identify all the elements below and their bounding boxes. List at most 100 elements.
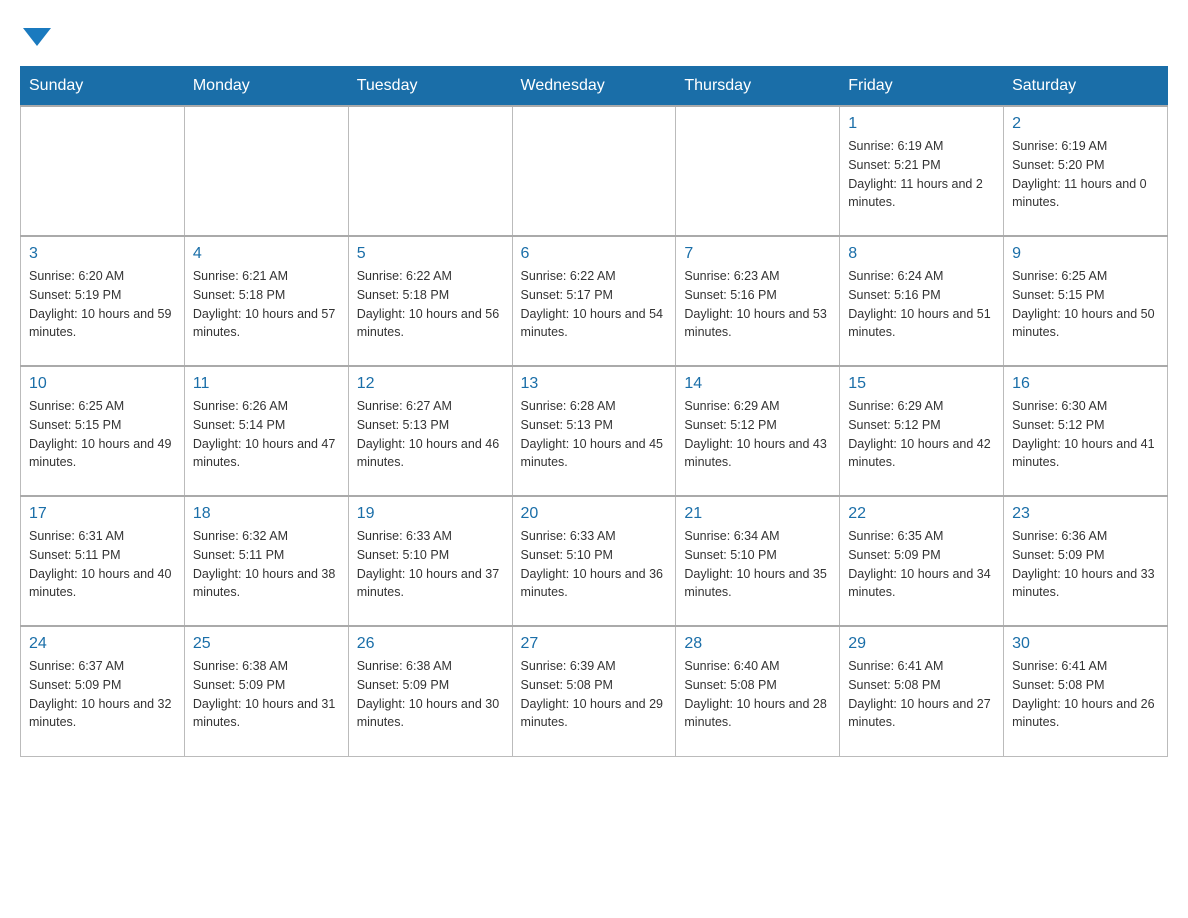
day-number: 23 xyxy=(1012,505,1159,523)
day-number: 16 xyxy=(1012,375,1159,393)
day-info: Sunrise: 6:24 AMSunset: 5:16 PMDaylight:… xyxy=(848,267,995,342)
day-number: 7 xyxy=(684,245,831,263)
day-number: 15 xyxy=(848,375,995,393)
calendar-cell: 23Sunrise: 6:36 AMSunset: 5:09 PMDayligh… xyxy=(1004,496,1168,626)
day-info: Sunrise: 6:38 AMSunset: 5:09 PMDaylight:… xyxy=(193,657,340,732)
week-row-4: 17 Sunrise: 6:31 AMSunset: 5:11 PMDayligh… xyxy=(21,496,1168,626)
calendar-cell: 17 Sunrise: 6:31 AMSunset: 5:11 PMDayligh… xyxy=(21,496,185,626)
calendar-cell xyxy=(676,106,840,236)
calendar-cell: 2 Sunrise: 6:19 AMSunset: 5:20 PMDaylight… xyxy=(1004,106,1168,236)
calendar-cell: 4Sunrise: 6:21 AMSunset: 5:18 PMDaylight… xyxy=(184,236,348,366)
week-row-3: 10 Sunrise: 6:25 AMSunset: 5:15 PMDayligh… xyxy=(21,366,1168,496)
page-header xyxy=(20,20,1168,46)
day-number: 28 xyxy=(684,635,831,653)
day-info: Sunrise: 6:34 AMSunset: 5:10 PMDaylight:… xyxy=(684,527,831,602)
day-number: 13 xyxy=(521,375,668,393)
day-info: Sunrise: 6:25 AMSunset: 5:15 PMDaylight:… xyxy=(29,397,176,472)
day-info: Sunrise: 6:22 AMSunset: 5:17 PMDaylight:… xyxy=(521,267,668,342)
day-info: Sunrise: 6:41 AMSunset: 5:08 PMDaylight:… xyxy=(848,657,995,732)
calendar-table: SundayMondayTuesdayWednesdayThursdayFrid… xyxy=(20,66,1168,757)
weekday-header-sunday: Sunday xyxy=(21,67,185,107)
day-info: Sunrise: 6:37 AMSunset: 5:09 PMDaylight:… xyxy=(29,657,176,732)
calendar-cell xyxy=(21,106,185,236)
day-info: Sunrise: 6:29 AMSunset: 5:12 PMDaylight:… xyxy=(684,397,831,472)
day-number: 8 xyxy=(848,245,995,263)
day-info: Sunrise: 6:20 AMSunset: 5:19 PMDaylight:… xyxy=(29,267,176,342)
day-info: Sunrise: 6:41 AMSunset: 5:08 PMDaylight:… xyxy=(1012,657,1159,732)
calendar-cell xyxy=(348,106,512,236)
week-row-5: 24 Sunrise: 6:37 AMSunset: 5:09 PMDayligh… xyxy=(21,626,1168,756)
calendar-cell: 9 Sunrise: 6:25 AMSunset: 5:15 PMDaylight… xyxy=(1004,236,1168,366)
calendar-cell: 30 Sunrise: 6:41 AMSunset: 5:08 PMDayligh… xyxy=(1004,626,1168,756)
calendar-cell: 3 Sunrise: 6:20 AMSunset: 5:19 PMDaylight… xyxy=(21,236,185,366)
calendar-cell: 29Sunrise: 6:41 AMSunset: 5:08 PMDayligh… xyxy=(840,626,1004,756)
day-number: 22 xyxy=(848,505,995,523)
day-number: 5 xyxy=(357,245,504,263)
weekday-header-wednesday: Wednesday xyxy=(512,67,676,107)
day-number: 10 xyxy=(29,375,176,393)
calendar-cell xyxy=(184,106,348,236)
day-number: 3 xyxy=(29,245,176,263)
calendar-cell: 13Sunrise: 6:28 AMSunset: 5:13 PMDayligh… xyxy=(512,366,676,496)
weekday-header-friday: Friday xyxy=(840,67,1004,107)
day-info: Sunrise: 6:29 AMSunset: 5:12 PMDaylight:… xyxy=(848,397,995,472)
weekday-header-tuesday: Tuesday xyxy=(348,67,512,107)
day-info: Sunrise: 6:35 AMSunset: 5:09 PMDaylight:… xyxy=(848,527,995,602)
day-number: 19 xyxy=(357,505,504,523)
calendar-cell: 22 Sunrise: 6:35 AMSunset: 5:09 PMDayligh… xyxy=(840,496,1004,626)
logo-arrow-icon xyxy=(23,28,51,46)
day-number: 24 xyxy=(29,635,176,653)
calendar-cell: 18Sunrise: 6:32 AMSunset: 5:11 PMDayligh… xyxy=(184,496,348,626)
day-number: 25 xyxy=(193,635,340,653)
calendar-cell: 12Sunrise: 6:27 AMSunset: 5:13 PMDayligh… xyxy=(348,366,512,496)
calendar-cell: 5 Sunrise: 6:22 AMSunset: 5:18 PMDaylight… xyxy=(348,236,512,366)
day-number: 26 xyxy=(357,635,504,653)
calendar-cell xyxy=(512,106,676,236)
day-info: Sunrise: 6:38 AMSunset: 5:09 PMDaylight:… xyxy=(357,657,504,732)
day-number: 18 xyxy=(193,505,340,523)
day-info: Sunrise: 6:19 AMSunset: 5:21 PMDaylight:… xyxy=(848,137,995,212)
calendar-cell: 25 Sunrise: 6:38 AMSunset: 5:09 PMDayligh… xyxy=(184,626,348,756)
calendar-cell: 14 Sunrise: 6:29 AMSunset: 5:12 PMDayligh… xyxy=(676,366,840,496)
day-info: Sunrise: 6:30 AMSunset: 5:12 PMDaylight:… xyxy=(1012,397,1159,472)
weekday-header-monday: Monday xyxy=(184,67,348,107)
day-number: 6 xyxy=(521,245,668,263)
day-info: Sunrise: 6:39 AMSunset: 5:08 PMDaylight:… xyxy=(521,657,668,732)
day-number: 14 xyxy=(684,375,831,393)
day-number: 9 xyxy=(1012,245,1159,263)
day-info: Sunrise: 6:26 AMSunset: 5:14 PMDaylight:… xyxy=(193,397,340,472)
weekday-header-row: SundayMondayTuesdayWednesdayThursdayFrid… xyxy=(21,67,1168,107)
weekday-header-thursday: Thursday xyxy=(676,67,840,107)
calendar-cell: 26 Sunrise: 6:38 AMSunset: 5:09 PMDayligh… xyxy=(348,626,512,756)
day-number: 30 xyxy=(1012,635,1159,653)
day-number: 12 xyxy=(357,375,504,393)
calendar-cell: 20 Sunrise: 6:33 AMSunset: 5:10 PMDayligh… xyxy=(512,496,676,626)
day-info: Sunrise: 6:31 AMSunset: 5:11 PMDaylight:… xyxy=(29,527,176,602)
calendar-cell: 28 Sunrise: 6:40 AMSunset: 5:08 PMDayligh… xyxy=(676,626,840,756)
calendar-cell: 10 Sunrise: 6:25 AMSunset: 5:15 PMDayligh… xyxy=(21,366,185,496)
day-info: Sunrise: 6:25 AMSunset: 5:15 PMDaylight:… xyxy=(1012,267,1159,342)
calendar-cell: 21Sunrise: 6:34 AMSunset: 5:10 PMDayligh… xyxy=(676,496,840,626)
day-number: 27 xyxy=(521,635,668,653)
day-number: 20 xyxy=(521,505,668,523)
calendar-cell: 7 Sunrise: 6:23 AMSunset: 5:16 PMDaylight… xyxy=(676,236,840,366)
calendar-cell: 6 Sunrise: 6:22 AMSunset: 5:17 PMDaylight… xyxy=(512,236,676,366)
day-number: 11 xyxy=(193,375,340,393)
calendar-cell: 27 Sunrise: 6:39 AMSunset: 5:08 PMDayligh… xyxy=(512,626,676,756)
day-number: 1 xyxy=(848,115,995,133)
week-row-1: 1 Sunrise: 6:19 AMSunset: 5:21 PMDaylight… xyxy=(21,106,1168,236)
calendar-cell: 16 Sunrise: 6:30 AMSunset: 5:12 PMDayligh… xyxy=(1004,366,1168,496)
day-number: 2 xyxy=(1012,115,1159,133)
day-number: 4 xyxy=(193,245,340,263)
day-number: 17 xyxy=(29,505,176,523)
weekday-header-saturday: Saturday xyxy=(1004,67,1168,107)
calendar-cell: 19Sunrise: 6:33 AMSunset: 5:10 PMDayligh… xyxy=(348,496,512,626)
day-info: Sunrise: 6:19 AMSunset: 5:20 PMDaylight:… xyxy=(1012,137,1159,212)
day-info: Sunrise: 6:23 AMSunset: 5:16 PMDaylight:… xyxy=(684,267,831,342)
week-row-2: 3 Sunrise: 6:20 AMSunset: 5:19 PMDaylight… xyxy=(21,236,1168,366)
day-info: Sunrise: 6:33 AMSunset: 5:10 PMDaylight:… xyxy=(521,527,668,602)
calendar-cell: 24 Sunrise: 6:37 AMSunset: 5:09 PMDayligh… xyxy=(21,626,185,756)
day-info: Sunrise: 6:40 AMSunset: 5:08 PMDaylight:… xyxy=(684,657,831,732)
day-info: Sunrise: 6:22 AMSunset: 5:18 PMDaylight:… xyxy=(357,267,504,342)
calendar-cell: 11 Sunrise: 6:26 AMSunset: 5:14 PMDayligh… xyxy=(184,366,348,496)
